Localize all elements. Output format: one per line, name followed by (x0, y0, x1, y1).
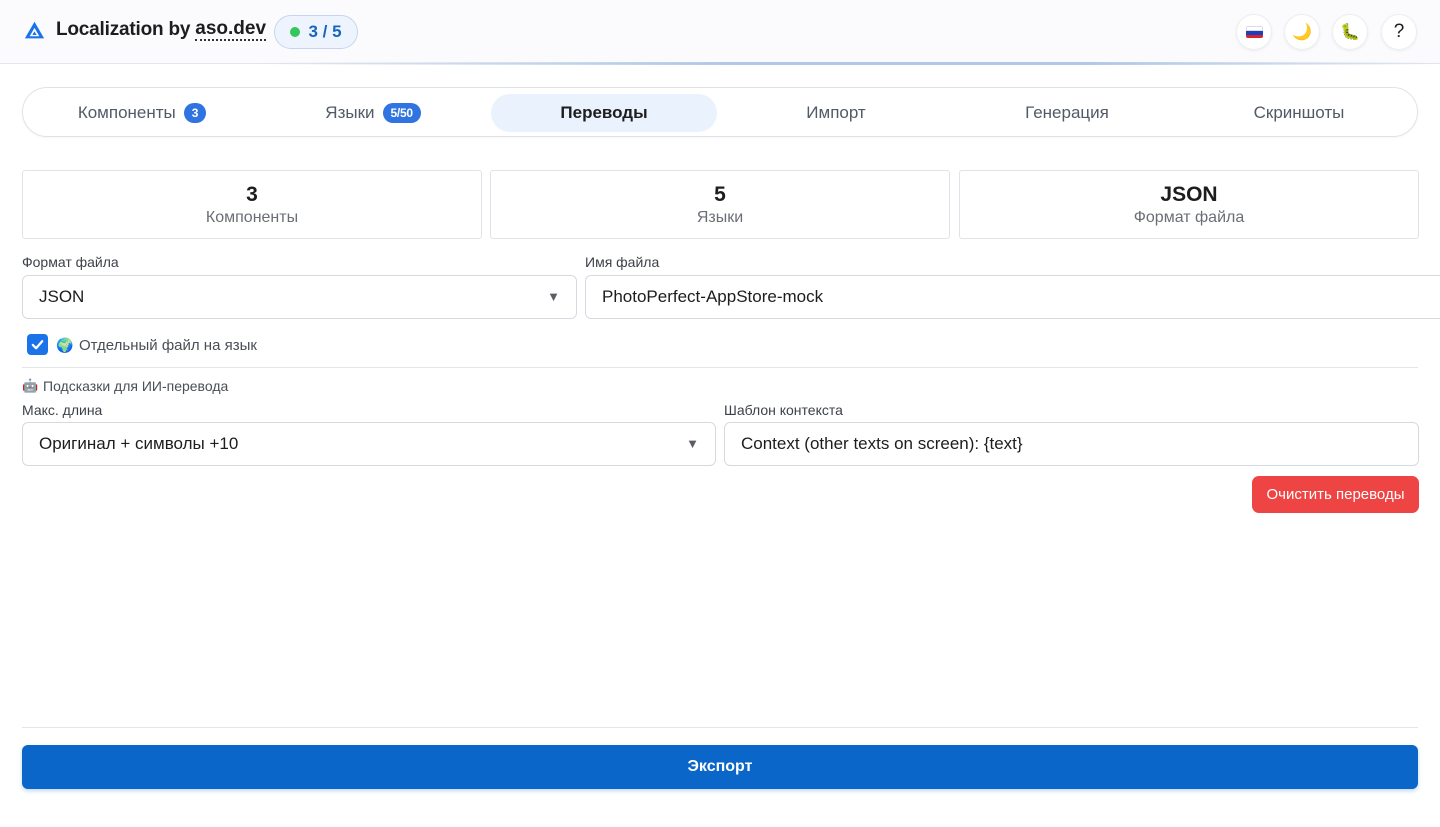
tab-screenshots[interactable]: Скриншоты (1186, 94, 1412, 132)
brand: Localization by aso.dev (24, 19, 267, 41)
bug-icon: 🐛 (1340, 24, 1360, 41)
app-logo-icon (24, 21, 45, 38)
chevron-down-icon: ▼ (547, 289, 560, 304)
divider (22, 727, 1418, 728)
context-template-label: Шаблон контекста (724, 402, 843, 418)
format-select[interactable]: JSON ▼ (22, 275, 577, 319)
progress-count: 3 / 5 (308, 22, 342, 41)
language-button[interactable] (1236, 14, 1272, 50)
context-template-input[interactable]: Context (other texts on screen): {text} (724, 422, 1419, 466)
format-label: Формат файла (22, 254, 119, 270)
stat-value: JSON (1160, 182, 1218, 206)
stat-label: Формат файла (1133, 208, 1245, 226)
robot-icon: 🤖 (22, 378, 39, 393)
tab-translations[interactable]: Переводы (491, 94, 717, 132)
chevron-down-icon: ▼ (686, 436, 699, 451)
theme-toggle-button[interactable]: 🌙 (1284, 14, 1320, 50)
help-button[interactable]: ? (1381, 14, 1417, 50)
help-icon: ? (1393, 21, 1405, 42)
stat-card-format: JSON Формат файла (959, 170, 1419, 239)
max-length-label: Макс. длина (22, 402, 103, 418)
max-length-select[interactable]: Оригинал + символы +10 ▼ (22, 422, 716, 466)
globe-icon: 🌍 (56, 337, 74, 353)
tab-badge: 5/50 (382, 103, 421, 123)
filename-input[interactable]: PhotoPerfect-AppStore-mock (585, 275, 1440, 319)
divider (22, 367, 1418, 368)
stat-value: 5 (714, 182, 726, 206)
tab-label: Языки (325, 103, 375, 122)
separate-file-checkbox[interactable] (27, 334, 48, 355)
stat-card-components: 3 Компоненты (22, 170, 482, 239)
separate-file-label: Отдельный файл на язык (79, 337, 257, 354)
brand-link[interactable]: aso.dev (195, 19, 267, 41)
tab-label: Скриншоты (1253, 103, 1345, 122)
tab-label: Импорт (806, 103, 866, 122)
ai-hints-label: Подсказки для ИИ-перевода (43, 378, 229, 394)
format-select-value: JSON (39, 287, 85, 306)
tab-label: Переводы (560, 103, 648, 122)
max-length-value: Оригинал + символы +10 (39, 434, 239, 453)
status-dot-icon (290, 27, 301, 37)
tab-languages[interactable]: Языки 5/50 (260, 94, 486, 132)
brand-title: Localization by (56, 19, 191, 40)
russia-flag-icon (1245, 26, 1263, 38)
filename-label: Имя файла (585, 254, 660, 270)
app-header: Localization by aso.dev 3 / 5 🌙 🐛 ? (0, 0, 1440, 64)
filename-value: PhotoPerfect-AppStore-mock (602, 287, 824, 306)
checkmark-icon (31, 340, 44, 350)
export-button[interactable]: Экспорт (22, 745, 1418, 789)
tab-label: Компоненты (77, 103, 176, 122)
tab-components[interactable]: Компоненты 3 (29, 94, 255, 132)
bug-report-button[interactable]: 🐛 (1332, 14, 1368, 50)
tab-generation[interactable]: Генерация (954, 94, 1180, 132)
header-glow (260, 62, 1440, 65)
tab-label: Генерация (1025, 103, 1109, 122)
tab-badge: 3 (183, 103, 207, 123)
main-tabs: Компоненты 3 Языки 5/50 Переводы Импорт … (22, 87, 1418, 137)
tab-import[interactable]: Импорт (723, 94, 949, 132)
clear-translations-button[interactable]: Очистить переводы (1252, 476, 1419, 513)
stat-label: Языки (696, 208, 744, 226)
progress-badge[interactable]: 3 / 5 (274, 15, 358, 49)
stat-label: Компоненты (205, 208, 299, 226)
context-template-value: Context (other texts on screen): {text} (741, 434, 1023, 453)
moon-icon: 🌙 (1292, 24, 1312, 41)
stat-value: 3 (246, 182, 258, 206)
stat-card-languages: 5 Языки (490, 170, 950, 239)
